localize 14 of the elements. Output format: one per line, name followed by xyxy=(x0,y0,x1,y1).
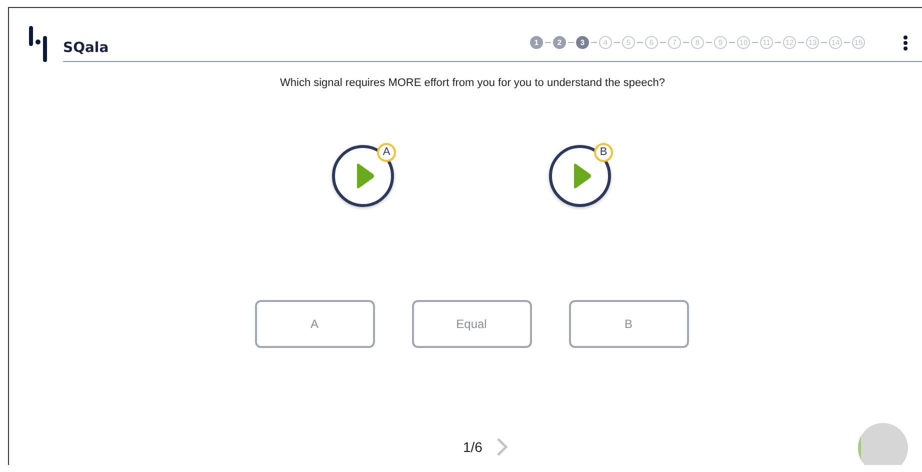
signal-label: A xyxy=(377,142,396,162)
more-menu-icon[interactable] xyxy=(903,34,908,51)
answer-button[interactable]: A xyxy=(254,300,374,348)
answer-button[interactable]: B xyxy=(568,300,688,348)
play-button[interactable] xyxy=(332,144,394,207)
signal-label: B xyxy=(594,142,613,162)
answer-button[interactable]: Equal xyxy=(412,300,532,348)
page-counter: 1/6 xyxy=(463,439,482,456)
logo-icon xyxy=(28,26,50,62)
play-icon xyxy=(355,162,375,189)
app-name: SQala xyxy=(63,40,109,56)
play-button[interactable] xyxy=(549,144,611,207)
play-icon xyxy=(572,162,592,189)
question-text: Which signal requires MORE effort from you for you to understand the speech? xyxy=(279,76,666,89)
